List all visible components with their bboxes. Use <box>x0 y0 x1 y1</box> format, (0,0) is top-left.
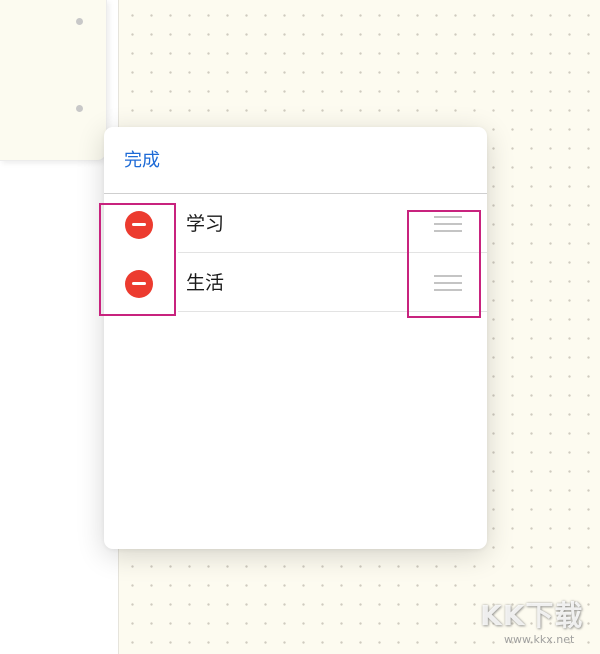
card-dot-icon <box>76 18 83 25</box>
list-item-label: 学习 <box>186 213 225 235</box>
drag-handles-highlight <box>407 210 481 318</box>
popover-header: 完成 <box>104 127 487 194</box>
watermark-text: KK下载 <box>480 599 584 632</box>
left-sidebar <box>0 0 120 654</box>
watermark-logo: KK下载 www.kkx.net <box>480 600 594 648</box>
done-button[interactable]: 完成 <box>124 149 160 173</box>
card-dot-icon <box>76 105 83 112</box>
watermark-url: www.kkx.net <box>504 633 575 646</box>
sidebar-card[interactable] <box>0 0 107 161</box>
delete-buttons-highlight <box>99 203 176 316</box>
list-item-label: 生活 <box>186 272 225 294</box>
category-edit-popover: 完成 学习 生活 <box>104 127 487 549</box>
